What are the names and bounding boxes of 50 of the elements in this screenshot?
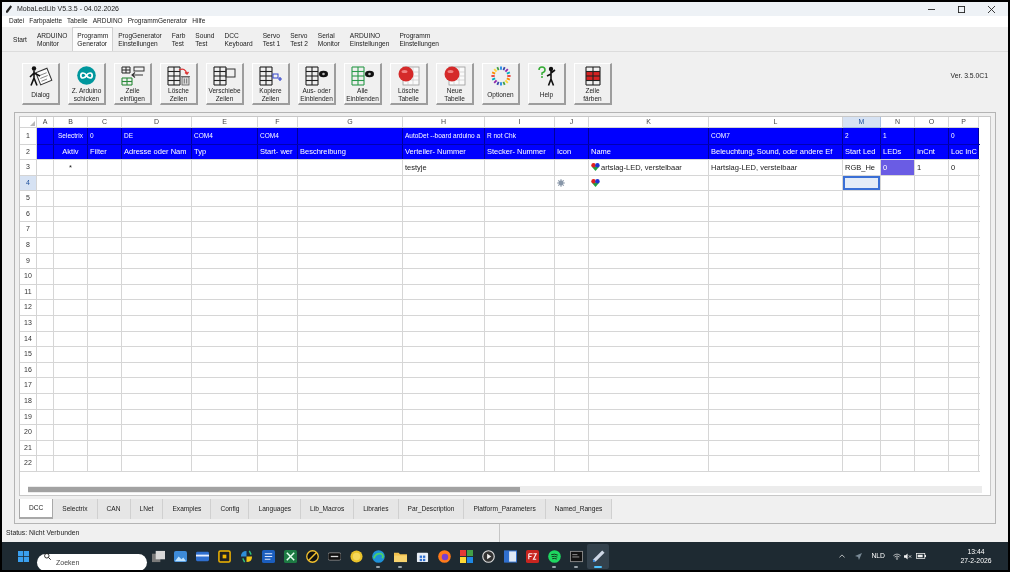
picture-icon — [173, 549, 187, 563]
coin-icon — [349, 549, 363, 563]
color-ring-icon — [490, 66, 511, 86]
label-tile-icon — [327, 549, 341, 563]
flame-globe-icon — [437, 549, 451, 563]
start-button[interactable] — [15, 548, 31, 564]
scrollbar-thumb[interactable] — [28, 487, 520, 492]
table-trash-icon — [166, 66, 191, 86]
table-box-icon — [212, 66, 237, 86]
slashed-circle-icon — [305, 549, 319, 563]
twin-shapes-icon — [239, 549, 253, 563]
battery-icon[interactable] — [916, 553, 926, 559]
heart-icon — [591, 178, 600, 187]
sound-waves-icon — [547, 549, 561, 563]
wifi-icon[interactable] — [893, 552, 901, 560]
table-eye-icon — [304, 66, 329, 86]
heart-icon — [591, 163, 600, 172]
close-icon — [987, 5, 995, 13]
maximize-icon — [957, 5, 965, 13]
person-question-icon — [536, 66, 557, 86]
window-panel-icon — [503, 549, 517, 563]
minimize-icon — [927, 8, 935, 10]
document-disc-icon — [443, 66, 466, 86]
square-tile-icon — [525, 549, 539, 563]
chevron-up-icon[interactable] — [839, 554, 846, 558]
horizontal-scrollbar[interactable] — [28, 486, 982, 493]
document-disc-icon — [397, 66, 420, 86]
location-arrow-icon[interactable] — [855, 552, 863, 560]
pen-icon — [591, 549, 605, 563]
square-frame-icon — [217, 549, 231, 563]
pen-icon — [6, 5, 12, 13]
spreadsheet-tile-icon — [283, 549, 297, 563]
table-eye-icon — [350, 66, 375, 86]
card-icon — [195, 549, 209, 563]
terminal-icon — [569, 549, 583, 563]
stacked-windows-icon — [151, 549, 165, 563]
document-tile-icon — [261, 549, 275, 563]
person-clipboard-icon — [28, 66, 53, 86]
play-icon — [481, 549, 495, 563]
mosaic-icon — [459, 549, 473, 563]
swirl-icon — [371, 549, 385, 563]
infinity-circle-icon — [77, 66, 96, 85]
table-plus-icon — [258, 66, 283, 86]
speaker-muted-icon[interactable] — [904, 552, 912, 560]
four-tiles-icon — [17, 550, 29, 562]
table-rows-icon — [584, 66, 601, 86]
gear-icon — [557, 178, 565, 187]
search-icon — [44, 552, 51, 560]
taskbar-app[interactable] — [587, 543, 609, 569]
table-arrow-icon — [120, 66, 145, 86]
